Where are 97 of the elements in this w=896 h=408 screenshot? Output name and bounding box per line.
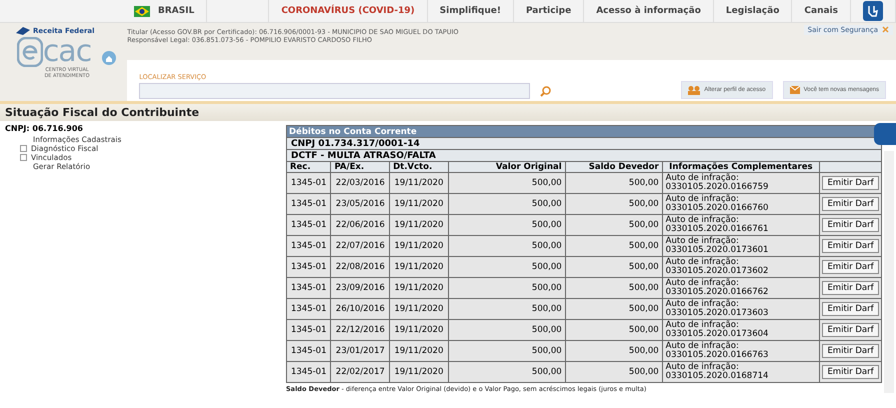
nav-link[interactable]: Participe	[514, 0, 584, 22]
table-cell: Auto de infração: 0330105.2020.0168714	[662, 362, 820, 382]
emit-darf-button[interactable]: Emitir Darf	[822, 365, 879, 379]
table-cell: 1345-01	[286, 194, 331, 214]
table-cell: 500,00	[565, 278, 662, 298]
table-cell: 500,00	[448, 256, 566, 278]
table-cell: 19/11/2020	[390, 256, 448, 278]
table-cell: 500,00	[448, 298, 566, 320]
table-cell: Auto de infração: 0330105.2020.0166759	[662, 172, 820, 194]
table-cell: 500,00	[565, 194, 662, 214]
close-icon[interactable]	[882, 26, 889, 33]
group-row: DCTF - MULTA ATRASO/FALTA	[286, 150, 882, 162]
logo-text: cac	[16, 37, 92, 67]
table-cell: 19/11/2020	[390, 214, 448, 236]
table-cell: Auto de infração: 0330105.2020.0173602	[662, 256, 820, 278]
nav-link[interactable]: Acesso à informação	[584, 0, 714, 22]
emit-darf-button[interactable]: Emitir Darf	[822, 344, 879, 358]
table-cell: 500,00	[565, 340, 662, 362]
column-header: Informações Complementares	[662, 162, 820, 172]
table-cell: 23/09/2016	[330, 278, 390, 298]
table-cell: 500,00	[565, 172, 662, 194]
table-cell: 500,00	[448, 236, 566, 256]
page-title: Situação Fiscal do Contribuinte	[0, 104, 896, 121]
table-cell: 19/11/2020	[390, 320, 448, 340]
emit-darf-button[interactable]: Emitir Darf	[822, 239, 879, 253]
table-cell: Auto de infração: 0330105.2020.0173604	[662, 320, 820, 340]
country-label[interactable]: BRASIL	[122, 0, 208, 22]
envelope-icon	[790, 86, 800, 94]
table-cell: 1345-01	[286, 298, 331, 320]
emit-darf-button[interactable]: Emitir Darf	[822, 323, 879, 337]
nav-link[interactable]: CORONAVÍRUS (COVID-19)	[269, 0, 428, 22]
table-cell: 1345-01	[286, 172, 331, 194]
table-cell: 26/10/2016	[330, 298, 390, 320]
column-header: Valor Original	[448, 162, 566, 172]
table-cell: 19/11/2020	[390, 278, 448, 298]
table-cell: 500,00	[565, 256, 662, 278]
table-cell: 500,00	[565, 214, 662, 236]
table-cell: 19/11/2020	[390, 194, 448, 214]
emit-darf-button[interactable]: Emitir Darf	[822, 176, 879, 190]
table-cell: 500,00	[448, 362, 566, 382]
table-cell: 500,00	[565, 362, 662, 382]
table-cell: 23/01/2017	[330, 340, 390, 362]
table-cell: 1345-01	[286, 236, 331, 256]
table-cell: Auto de infração: 0330105.2020.0166760	[662, 194, 820, 214]
nav-link[interactable]: Canais	[792, 0, 851, 22]
table-cell: 19/11/2020	[390, 340, 448, 362]
table-cell: 1345-01	[286, 362, 331, 382]
table-cell: 22/02/2017	[330, 362, 390, 382]
table-cell: 1345-01	[286, 320, 331, 340]
table-cell: 22/08/2016	[330, 256, 390, 278]
column-header: Rec.	[286, 162, 331, 172]
table-cell: 500,00	[448, 172, 566, 194]
emit-darf-button[interactable]: Emitir Darf	[822, 302, 879, 316]
home-icon[interactable]	[102, 51, 116, 65]
table-cell: 500,00	[448, 340, 566, 362]
search-icon[interactable]	[540, 86, 552, 97]
emit-darf-button[interactable]: Emitir Darf	[822, 281, 879, 295]
emit-darf-button[interactable]: Emitir Darf	[822, 218, 879, 232]
table-cell: 500,00	[448, 194, 566, 214]
table-cell: 22/06/2016	[330, 214, 390, 236]
table-cell: 22/03/2016	[330, 172, 390, 194]
emit-darf-button[interactable]: Emitir Darf	[822, 260, 879, 274]
table-cell: 500,00	[565, 236, 662, 256]
expand-icon[interactable]	[20, 154, 27, 161]
cnpj-row: CNPJ 01.734.317/0001-14	[286, 138, 882, 150]
table-cell: Auto de infração: 0330105.2020.0173601	[662, 236, 820, 256]
table-cell: 19/11/2020	[390, 236, 448, 256]
table-cell: 1345-01	[286, 214, 331, 236]
table-cell: Auto de infração: 0330105.2020.0173603	[662, 298, 820, 320]
table-cell: 500,00	[565, 320, 662, 340]
table-cell: 1345-01	[286, 256, 331, 278]
table-cell: 23/05/2016	[330, 194, 390, 214]
agency-logo-icon	[16, 27, 30, 35]
table-cell: 19/11/2020	[390, 362, 448, 382]
emit-darf-button[interactable]: Emitir Darf	[822, 197, 879, 211]
table-cell: Auto de infração: 0330105.2020.0166763	[662, 340, 820, 362]
column-header: Saldo Devedor	[565, 162, 662, 172]
table-cell: Auto de infração: 0330105.2020.0166761	[662, 214, 820, 236]
table-cell: 500,00	[448, 320, 566, 340]
cnpj-label: CNPJ: 06.716.906	[5, 124, 84, 133]
table-cell: 1345-01	[286, 278, 331, 298]
table-cell: 1345-01	[286, 340, 331, 362]
table-cell: 500,00	[565, 298, 662, 320]
nav-link[interactable]: Simplifique!	[428, 0, 514, 22]
table-cell: 19/11/2020	[390, 298, 448, 320]
table-cell: 500,00	[448, 214, 566, 236]
table-cell: 19/11/2020	[390, 172, 448, 194]
expand-icon[interactable]	[20, 145, 27, 152]
nav-link[interactable]: Legislação	[714, 0, 792, 22]
logo-e-icon	[16, 37, 43, 67]
table-cell: Auto de infração: 0330105.2020.0166762	[662, 278, 820, 298]
search-field[interactable]	[139, 83, 530, 99]
people-icon	[688, 86, 700, 94]
table-cell: 22/07/2016	[330, 236, 390, 256]
table-cell: 500,00	[448, 278, 566, 298]
flag-icon	[134, 6, 150, 16]
table-cell: 22/12/2016	[330, 320, 390, 340]
